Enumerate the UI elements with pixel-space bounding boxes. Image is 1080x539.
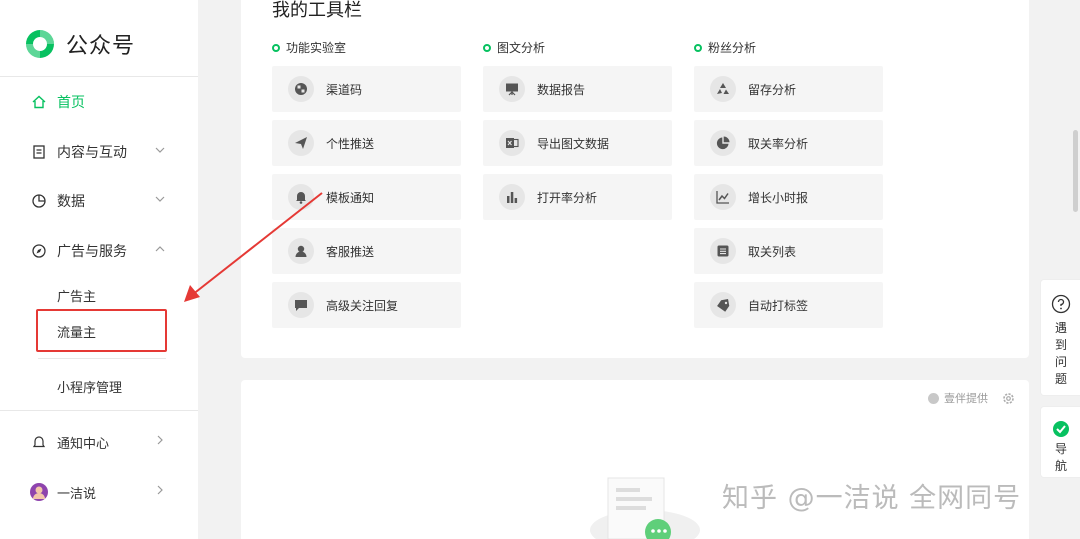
recycle-icon bbox=[710, 76, 736, 102]
gear-icon[interactable] bbox=[1002, 392, 1015, 405]
tool-label: 导出图文数据 bbox=[537, 136, 610, 151]
tool-label: 数据报告 bbox=[537, 82, 586, 97]
chevron-right-icon bbox=[154, 434, 166, 450]
nav-notice[interactable]: 通知中心 bbox=[30, 430, 170, 454]
tool-label: 客服推送 bbox=[326, 244, 375, 259]
column-title: 图文分析 bbox=[497, 41, 546, 55]
chevron-down-icon bbox=[154, 193, 166, 209]
list-icon bbox=[710, 238, 736, 264]
tool-label: 留存分析 bbox=[748, 82, 797, 97]
nav-home[interactable]: 首页 bbox=[30, 90, 170, 114]
tool-label: 取关率分析 bbox=[748, 136, 809, 151]
column-title: 功能实验室 bbox=[286, 41, 347, 55]
column-header-fans: 粉丝分析 bbox=[694, 39, 756, 56]
watermark: 知乎 @一洁说 全网同号 bbox=[722, 483, 1022, 514]
wechat-official-logo-icon bbox=[26, 30, 54, 58]
compass-icon bbox=[30, 242, 48, 260]
provider-info: 壹伴提供 bbox=[928, 390, 1015, 406]
nav-label: 导航 bbox=[1054, 442, 1067, 473]
chevron-right-icon bbox=[154, 484, 166, 500]
tool-channel-code[interactable]: 渠道码 bbox=[272, 66, 461, 112]
bar-chart-icon bbox=[499, 184, 525, 210]
qrcode-icon bbox=[288, 76, 314, 102]
brand-name: 公众号 bbox=[66, 34, 136, 59]
tool-label: 模板通知 bbox=[326, 190, 375, 205]
nav-content-label: 内容与互动 bbox=[57, 145, 127, 161]
provider-label: 壹伴提供 bbox=[944, 392, 988, 405]
toolbar-title: 我的工具栏 bbox=[272, 0, 362, 21]
column-title: 粉丝分析 bbox=[708, 41, 757, 55]
tool-label: 自动打标签 bbox=[748, 298, 809, 313]
column-header-lab: 功能实验室 bbox=[272, 39, 346, 56]
line-chart-icon bbox=[710, 184, 736, 210]
avatar bbox=[30, 483, 48, 501]
bullet-icon bbox=[483, 43, 491, 52]
sidebar: 公众号 首页 内容与互动 数据 广告与服务 广告主 流量主 小程序管理 通知中心… bbox=[0, 0, 198, 539]
tool-label: 高级关注回复 bbox=[326, 298, 399, 313]
tool-label: 增长小时报 bbox=[748, 190, 809, 205]
tag-icon bbox=[710, 292, 736, 318]
home-icon bbox=[30, 93, 48, 111]
nav-home-label: 首页 bbox=[57, 95, 85, 111]
divider bbox=[0, 76, 198, 77]
question-icon bbox=[1051, 294, 1071, 314]
annotation-highlight-box bbox=[36, 309, 167, 352]
send-icon bbox=[288, 130, 314, 156]
scrollbar[interactable] bbox=[1073, 130, 1078, 212]
annotation-arrow-icon bbox=[184, 192, 323, 302]
nav-ads-label: 广告与服务 bbox=[57, 244, 127, 260]
nav-float-button[interactable]: 导航 bbox=[1040, 406, 1080, 478]
tool-retention[interactable]: 留存分析 bbox=[694, 66, 883, 112]
nav-miniprogram[interactable]: 小程序管理 bbox=[57, 377, 122, 396]
pie-chart-icon bbox=[710, 130, 736, 156]
document-icon bbox=[30, 143, 48, 161]
tool-hourly-growth[interactable]: 增长小时报 bbox=[694, 174, 883, 220]
tool-auto-tag[interactable]: 自动打标签 bbox=[694, 282, 883, 328]
tool-unfollow-rate[interactable]: 取关率分析 bbox=[694, 120, 883, 166]
excel-icon bbox=[499, 130, 525, 156]
nav-content[interactable]: 内容与互动 bbox=[30, 140, 170, 164]
tool-label: 取关列表 bbox=[748, 244, 797, 259]
tool-unfollow-list[interactable]: 取关列表 bbox=[694, 228, 883, 274]
divider bbox=[0, 410, 198, 411]
bullet-icon bbox=[694, 43, 702, 52]
bullet-icon bbox=[272, 43, 280, 52]
tool-open-rate[interactable]: 打开率分析 bbox=[483, 174, 672, 220]
help-label: 遇到问题 bbox=[1054, 321, 1067, 386]
tool-personal-push[interactable]: 个性推送 bbox=[272, 120, 461, 166]
brand-logo[interactable]: 公众号 bbox=[24, 28, 135, 60]
yiban-nav-icon bbox=[1053, 421, 1069, 437]
nav-advertiser[interactable]: 广告主 bbox=[57, 286, 96, 305]
document-illustration-icon bbox=[590, 477, 700, 539]
tool-label: 打开率分析 bbox=[537, 190, 598, 205]
tool-label: 渠道码 bbox=[326, 82, 363, 97]
nav-data-label: 数据 bbox=[57, 194, 85, 210]
nav-user-label: 一洁说 bbox=[57, 486, 97, 502]
presentation-icon bbox=[499, 76, 525, 102]
nav-notice-label: 通知中心 bbox=[57, 436, 110, 452]
pie-chart-icon bbox=[30, 192, 48, 210]
tool-export-data[interactable]: 导出图文数据 bbox=[483, 120, 672, 166]
divider bbox=[38, 358, 166, 359]
yiban-icon bbox=[928, 392, 939, 404]
nav-ads[interactable]: 广告与服务 bbox=[30, 239, 170, 263]
nav-data[interactable]: 数据 bbox=[30, 189, 170, 213]
bell-icon bbox=[30, 433, 48, 451]
chevron-up-icon bbox=[154, 243, 166, 259]
column-header-article: 图文分析 bbox=[483, 39, 545, 56]
tool-label: 个性推送 bbox=[326, 136, 375, 151]
nav-user[interactable]: 一洁说 bbox=[30, 480, 170, 504]
tool-data-report[interactable]: 数据报告 bbox=[483, 66, 672, 112]
help-float-button[interactable]: 遇到问题 bbox=[1040, 279, 1080, 396]
chevron-down-icon bbox=[154, 144, 166, 160]
